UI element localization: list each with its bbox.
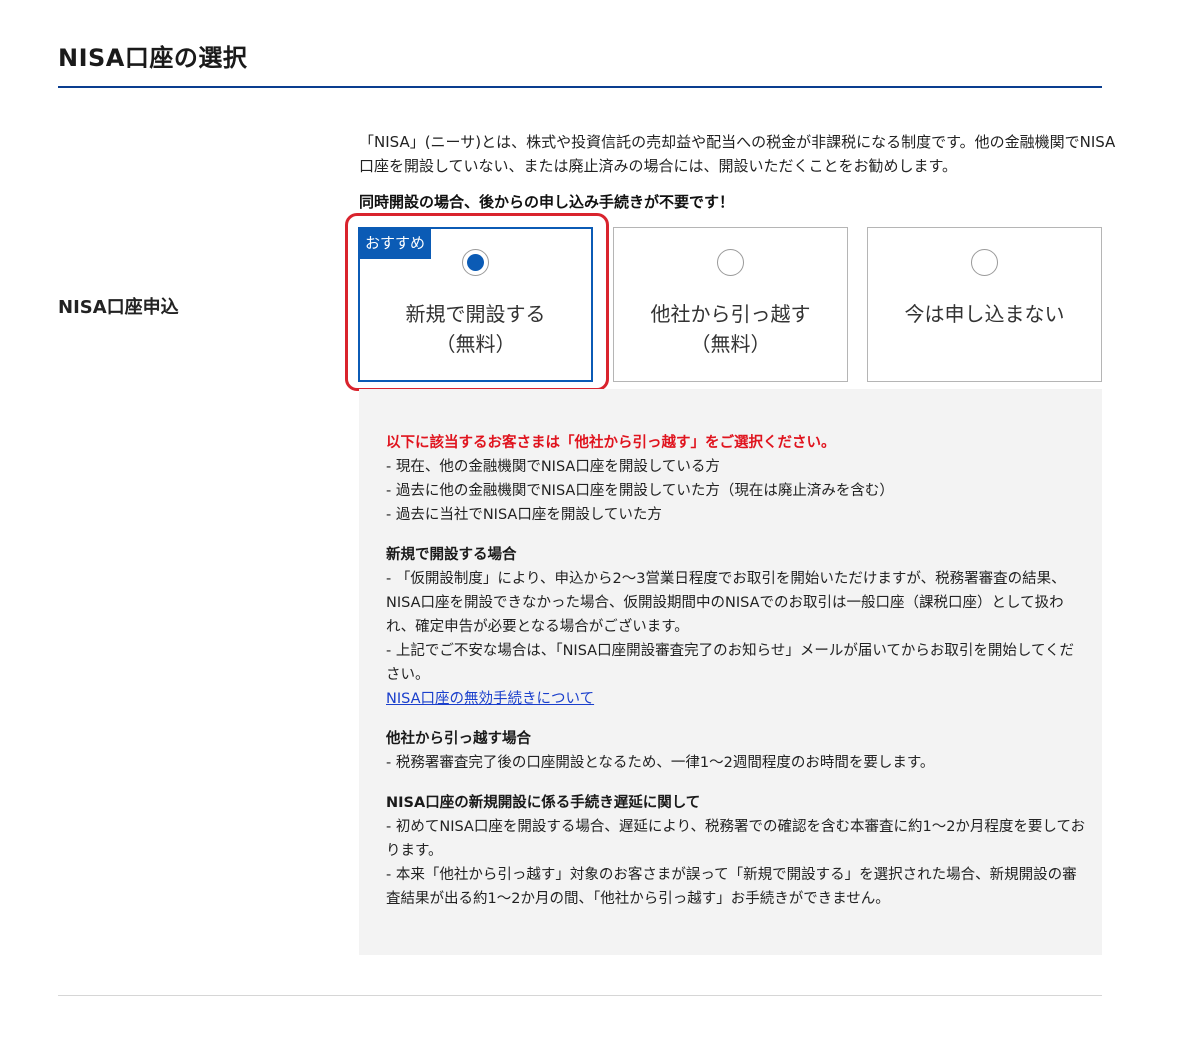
radio-new-opening[interactable] [462, 249, 489, 276]
new-opening-text: - 上記でご不安な場合は、「NISA口座開設審査完了のお知らせ」メールが届いてか… [386, 643, 1075, 683]
delay-text: - 本来「他社から引っ越す」対象のお客さまが誤って「新規で開設する」を選択された… [386, 867, 1077, 907]
recommended-badge: おすすめ [359, 228, 432, 259]
transfer-heading: 他社から引っ越す場合 [386, 731, 531, 747]
radio-not-now[interactable] [971, 249, 998, 276]
option-not-now[interactable]: 今は申し込まない [867, 227, 1102, 382]
nisa-description: 「NISA」(ニーサ)とは、株式や投資信託の売却益や配当への税金が非課税になる制… [359, 133, 1116, 175]
warning-item: - 過去に他の金融機関でNISA口座を開設していた方（現在は廃止済みを含む） [386, 483, 894, 499]
simultaneous-opening-note: 同時開設の場合、後からの申し込み手続きが不要です！ [359, 193, 735, 211]
transfer-text: - 税務署審査完了後の口座開設となるため、一律1〜2週間程度のお時間を要します。 [386, 755, 935, 771]
nisa-application-label: NISA口座申込 [58, 297, 179, 318]
page-title: NISA口座の選択 [58, 44, 248, 72]
info-content: 以下に該当するお客さまは「他社から引っ越す」をご選択ください。 - 現在、他の金… [386, 431, 1086, 911]
option-price-note: （無料） [690, 332, 771, 356]
new-opening-heading: 新規で開設する場合 [386, 547, 517, 563]
new-opening-text: - 「仮開設制度」により、申込から2〜3営業日程度でお取引を開始いただけますが、… [386, 571, 1066, 635]
option-label: 新規で開設する [405, 302, 546, 326]
title-divider [58, 86, 1102, 88]
info-panel: 以下に該当するお客さまは「他社から引っ越す」をご選択ください。 - 現在、他の金… [359, 389, 1102, 955]
nisa-invalidation-link[interactable]: NISA口座の無効手続きについて [386, 691, 594, 707]
option-label: 今は申し込まない [904, 302, 1065, 326]
warning-item: - 過去に当社でNISA口座を開設していた方 [386, 507, 662, 523]
option-price-note: （無料） [435, 332, 516, 356]
delay-text: - 初めてNISA口座を開設する場合、遅延により、税務署での確認を含む本審査に約… [386, 819, 1086, 859]
radio-transfer[interactable] [717, 249, 744, 276]
option-label: 他社から引っ越す [650, 302, 811, 326]
radio-selected-dot [467, 254, 484, 271]
section-divider [58, 995, 1102, 996]
option-new-opening[interactable]: おすすめ 新規で開設する （無料） [358, 227, 593, 382]
transfer-warning: 以下に該当するお客さまは「他社から引っ越す」をご選択ください。 [386, 435, 836, 451]
option-transfer[interactable]: 他社から引っ越す （無料） [613, 227, 848, 382]
warning-item: - 現在、他の金融機関でNISA口座を開設している方 [386, 459, 720, 475]
delay-heading: NISA口座の新規開設に係る手続き遅延に関して [386, 795, 701, 811]
